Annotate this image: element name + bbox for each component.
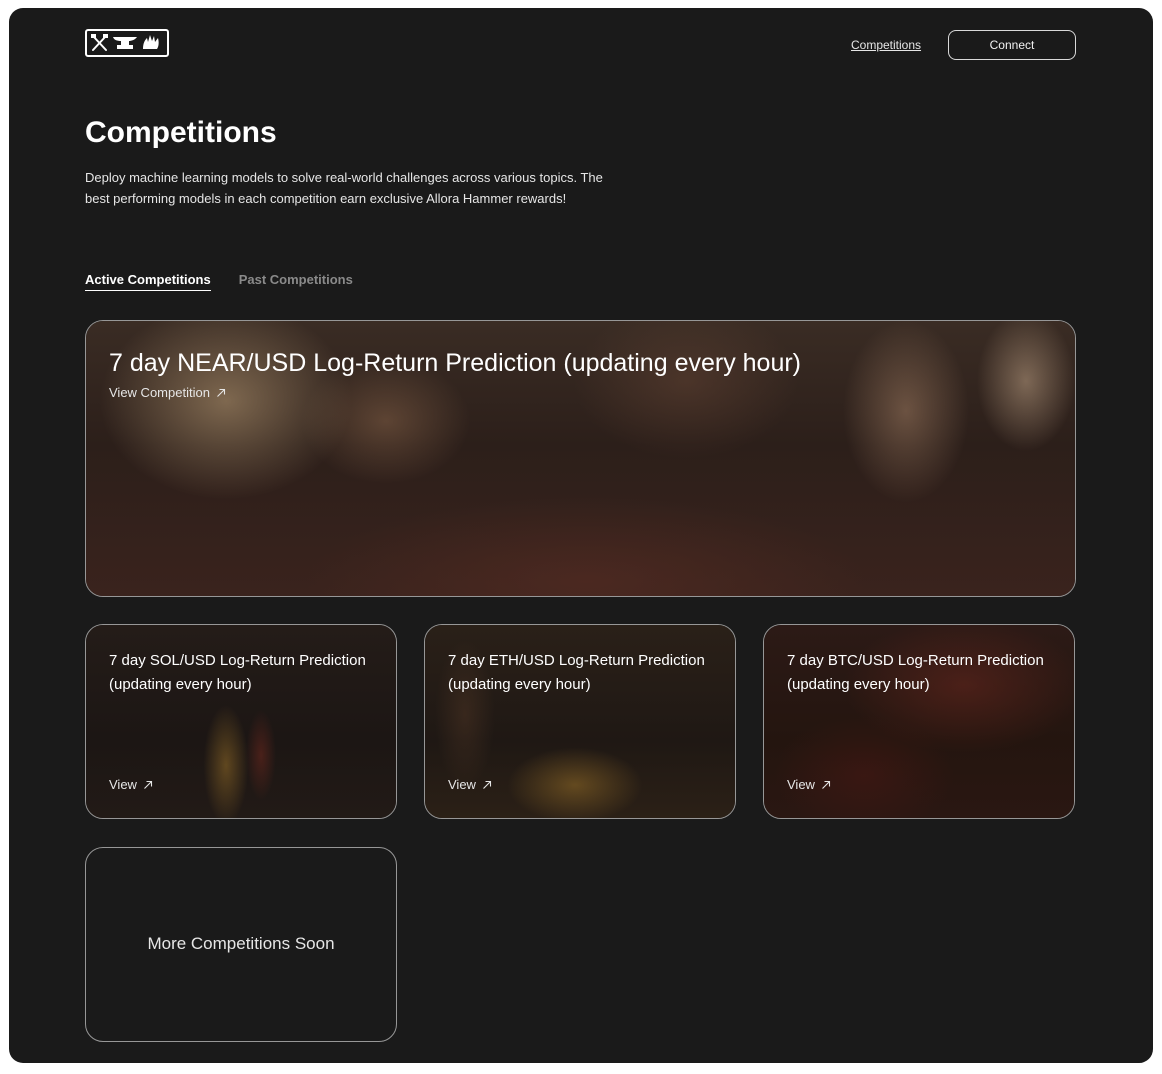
competition-tabs: Active Competitions Past Competitions <box>85 272 353 291</box>
app-window: Competitions Connect Competitions Deploy… <box>9 8 1153 1063</box>
page-title: Competitions <box>85 116 277 149</box>
hammer-anvil-hand-logo-icon <box>91 34 159 51</box>
arrow-up-right-icon <box>483 780 492 789</box>
featured-competition-card[interactable]: 7 day NEAR/USD Log-Return Prediction (up… <box>85 320 1076 597</box>
view-competition-link[interactable]: View Competition <box>109 385 226 400</box>
arrow-up-right-icon <box>822 780 831 789</box>
view-label: View <box>109 777 137 792</box>
logo[interactable] <box>85 29 169 57</box>
arrow-up-right-icon <box>144 780 153 789</box>
competition-card-sol[interactable]: 7 day SOL/USD Log-Return Prediction (upd… <box>85 624 397 819</box>
more-competitions-soon-label: More Competitions Soon <box>147 934 335 953</box>
tab-active-competitions[interactable]: Active Competitions <box>85 272 211 291</box>
nav-link-competitions[interactable]: Competitions <box>851 38 921 52</box>
competition-title: 7 day NEAR/USD Log-Return Prediction (up… <box>109 349 802 377</box>
view-link[interactable]: View <box>448 777 492 792</box>
view-label: View <box>448 777 476 792</box>
connect-button[interactable]: Connect <box>948 30 1076 60</box>
competition-card-eth[interactable]: 7 day ETH/USD Log-Return Prediction (upd… <box>424 624 736 819</box>
more-competitions-placeholder: More Competitions Soon <box>85 847 397 1042</box>
competition-title: 7 day BTC/USD Log-Return Prediction (upd… <box>787 652 1044 693</box>
competition-title: 7 day SOL/USD Log-Return Prediction (upd… <box>109 652 366 693</box>
arrow-up-right-icon <box>217 388 225 397</box>
competition-title: 7 day ETH/USD Log-Return Prediction (upd… <box>448 652 705 693</box>
view-label: View <box>787 777 815 792</box>
competition-card-btc[interactable]: 7 day BTC/USD Log-Return Prediction (upd… <box>763 624 1075 819</box>
page-description: Deploy machine learning models to solve … <box>85 170 603 206</box>
view-link[interactable]: View <box>787 777 831 792</box>
view-link[interactable]: View <box>109 777 153 792</box>
view-competition-label: View Competition <box>109 385 210 400</box>
tab-past-competitions[interactable]: Past Competitions <box>239 272 353 291</box>
